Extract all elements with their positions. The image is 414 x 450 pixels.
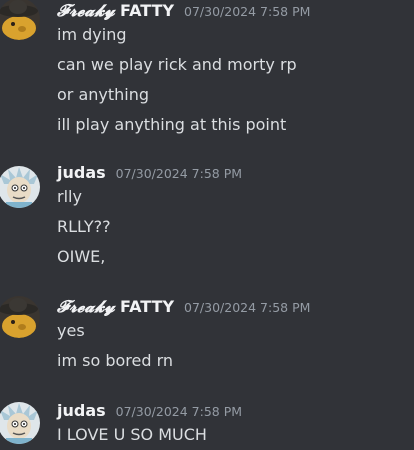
username-stylized[interactable]: 𝓕𝓻𝓮𝓪𝓴𝔂 [57,1,115,21]
message-text: yes [57,321,85,340]
username[interactable]: judas [57,162,106,184]
message-text: im so bored rn [57,351,174,370]
message-text: rlly [57,187,82,206]
message-header: judas 07/30/2024 7:58 PM [57,400,242,422]
message-text: can we play rick and morty rp [57,55,297,74]
message-text: ill play anything at this point [57,115,287,134]
message-text: RLLY?? [57,217,111,236]
message-text: I LOVE U SO MUCH [57,425,207,444]
message-header: 𝓕𝓻𝓮𝓪𝓴𝔂 FATTY 07/30/2024 7:58 PM [57,296,310,318]
message-text: im dying [57,25,127,44]
timestamp: 07/30/2024 7:58 PM [115,166,243,181]
timestamp: 07/30/2024 7:58 PM [115,404,243,419]
message-text: or anything [57,85,150,104]
sombrero-dog-avatar-icon[interactable] [0,0,40,40]
sombrero-dog-avatar-icon[interactable] [0,296,40,338]
rick-sanchez-avatar-icon[interactable] [0,166,40,208]
timestamp: 07/30/2024 7:58 PM [184,4,311,19]
timestamp: 07/30/2024 7:58 PM [184,300,311,315]
username[interactable]: judas [57,400,106,422]
username[interactable]: FATTY [120,0,174,22]
username[interactable]: FATTY [120,296,174,318]
rick-sanchez-avatar-icon[interactable] [0,402,40,444]
username-stylized[interactable]: 𝓕𝓻𝓮𝓪𝓴𝔂 [57,297,115,317]
message-header: 𝓕𝓻𝓮𝓪𝓴𝔂 FATTY 07/30/2024 7:58 PM [57,0,310,22]
message-text: OIWE, [57,247,106,266]
message-header: judas 07/30/2024 7:58 PM [57,162,242,184]
